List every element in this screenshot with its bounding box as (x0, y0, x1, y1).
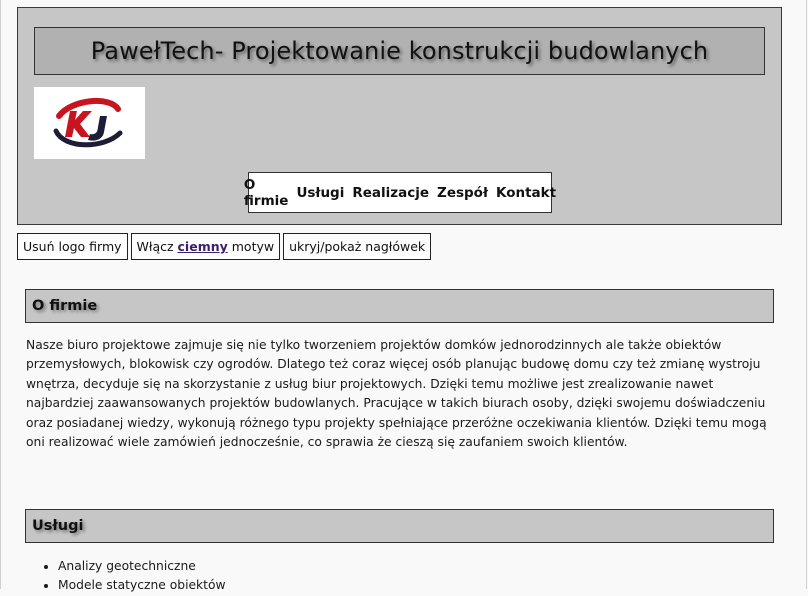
company-logo (34, 87, 145, 159)
theme-suffix: motyw (227, 239, 275, 254)
nav-link-realizacje[interactable]: Realizacje (352, 185, 429, 201)
services-heading-box: Usługi (25, 509, 774, 543)
kj-logo-icon (53, 97, 123, 148)
about-heading: O firmie (32, 298, 98, 314)
remove-logo-button[interactable]: Usuń logo firmy (17, 233, 128, 260)
toggle-header-button[interactable]: ukryj/pokaż nagłówek (283, 233, 432, 260)
nav-link-kontakt[interactable]: Kontakt (496, 185, 556, 201)
options-toolbar: Usuń logo firmy Włącz ciemny motyw ukryj… (17, 233, 432, 260)
page-title: PawełTech- Projektowanie konstrukcji bud… (90, 37, 709, 65)
title-banner: PawełTech- Projektowanie konstrukcji bud… (34, 27, 765, 75)
theme-prefix: Włącz (136, 239, 178, 254)
about-heading-box: O firmie (25, 289, 774, 323)
about-text: Nasze biuro projektowe zajmuje się nie t… (26, 338, 767, 450)
nav-link-o-firmie[interactable]: O firmie (244, 177, 289, 209)
dark-theme-button[interactable]: Włącz ciemny motyw (130, 233, 281, 260)
list-item: Analizy geotechniczne (58, 557, 226, 576)
services-list: Analizy geotechniczne Modele statyczne o… (24, 557, 226, 596)
list-item: Modele statyczne obiektów (58, 576, 226, 595)
theme-dark-link[interactable]: ciemny (178, 239, 228, 254)
nav-link-zespol[interactable]: Zespół (437, 185, 488, 201)
main-nav: O firmie Usługi Realizacje Zespół Kontak… (244, 172, 556, 213)
site-header: PawełTech- Projektowanie konstrukcji bud… (17, 7, 782, 225)
nav-link-uslugi[interactable]: Usługi (296, 185, 344, 201)
services-heading: Usługi (32, 518, 84, 534)
